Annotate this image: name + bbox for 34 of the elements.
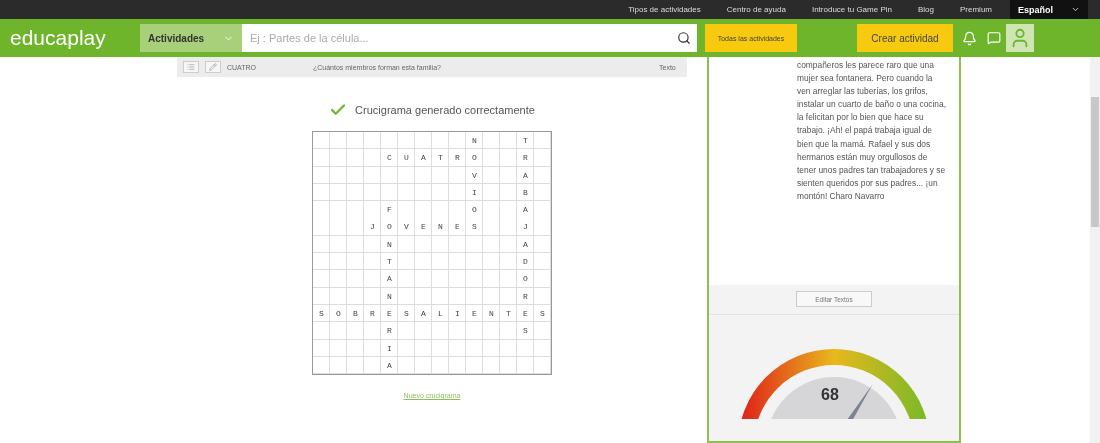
crossword-row-text: R S xyxy=(386,325,541,338)
crossword-row-text: N A xyxy=(386,238,541,251)
create-activity-button[interactable]: Crear actividad xyxy=(857,24,953,52)
crossword-row-text: N T xyxy=(471,135,541,147)
crossword-row-text: V A xyxy=(471,169,541,182)
search-field[interactable]: Ej : Partes de la célula... xyxy=(242,24,697,52)
score-reading: 68 xyxy=(821,386,839,403)
edit-icon-button[interactable] xyxy=(205,61,221,73)
crossword-row-text: SOBRESALIENTES xyxy=(318,307,551,320)
top-nav-link[interactable]: Premium xyxy=(960,5,992,14)
top-nav-link[interactable]: Tipos de actividades xyxy=(628,5,701,14)
top-nav-link[interactable]: Centro de ayuda xyxy=(726,5,786,14)
top-nav-link[interactable]: Introduce tu Game Pin xyxy=(811,5,892,14)
story-text: compañeros les parece raro que una mujer sea fontanera. Pero cuando la ven arreglar las tuberías, los grifos, instalar un cuarto de baño o una cocina, la felicitan por lo bien que hace su trabajo. ¡Ah! el papá trabaja igual de bien que la mamá. Rafael y sus dos hermanos están muy orgullosos de tener unos padres tan trabajadores y se sienten queridos por sus padres... ¡un montón! Charo Navarro xyxy=(797,59,947,203)
crossword-row-text: F O A xyxy=(386,204,541,217)
pencil-icon xyxy=(209,63,217,71)
crossword-row-text: CUATRO R xyxy=(386,152,541,165)
success-message: Crucigrama generado correctamente xyxy=(355,104,535,116)
scrollbar-thumb[interactable] xyxy=(1091,97,1099,227)
search-icon[interactable] xyxy=(677,31,691,45)
crossword-row-text: A xyxy=(386,359,405,372)
list-icon xyxy=(187,63,195,71)
crossword-row-text: I B xyxy=(471,186,541,199)
top-nav-link[interactable]: Blog xyxy=(917,5,934,14)
chevron-down-icon xyxy=(1071,5,1080,14)
crossword-row-text: I xyxy=(386,342,405,355)
user-avatar[interactable] xyxy=(1006,24,1034,52)
language-dropdown[interactable]: Español xyxy=(1010,0,1088,19)
crossword-row-text: T D xyxy=(386,256,541,269)
crossword-row-text: A O xyxy=(386,273,541,286)
crossword-row-text: JOVENES J xyxy=(369,221,541,234)
list-icon-button[interactable] xyxy=(183,61,199,73)
category-dropdown[interactable]: Actividades xyxy=(140,24,242,52)
crossword-row-text: N R xyxy=(386,290,541,303)
